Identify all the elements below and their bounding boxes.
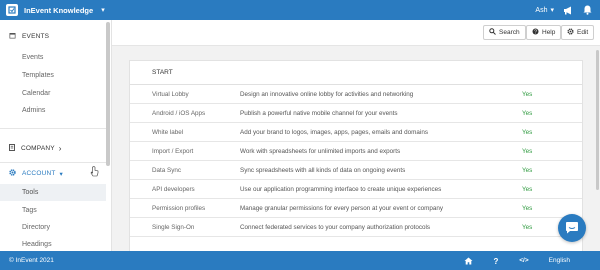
sidebar: EVENTS Events Templates Calendar Admins …: [0, 20, 112, 251]
question-icon[interactable]: ?: [493, 257, 499, 265]
org-switcher[interactable]: InEvent Knowledge ▾: [0, 0, 112, 20]
sidebar-section-events[interactable]: EVENTS: [9, 32, 49, 41]
main-content: START Virtual Lobby Design an innovative…: [112, 46, 600, 260]
search-button[interactable]: Search: [483, 25, 526, 40]
sidebar-item-admins[interactable]: Admins: [0, 102, 106, 119]
main-scrollbar[interactable]: [596, 50, 599, 190]
sidebar-scrollbar[interactable]: [106, 22, 110, 166]
tool-name: Single Sign-On: [152, 223, 195, 231]
tool-status[interactable]: Yes: [522, 148, 532, 155]
tool-status[interactable]: Yes: [522, 167, 532, 174]
tool-name: Android / iOS Apps: [152, 109, 206, 117]
tool-description: Work with spreadsheets for unlimited imp…: [240, 147, 401, 155]
user-menu[interactable]: Ash ▾: [535, 6, 554, 15]
table-row: API developers Use our application progr…: [130, 180, 582, 199]
chevron-down-icon: ▾: [101, 7, 105, 14]
tool-status[interactable]: Yes: [522, 186, 532, 193]
toolbar: Search ? Help Edit: [112, 20, 600, 46]
org-name: InEvent Knowledge: [24, 5, 94, 15]
table-row: Android / iOS Apps Publish a powerful na…: [130, 104, 582, 123]
sidebar-divider: [0, 162, 106, 163]
search-icon: [489, 28, 496, 37]
svg-text:?: ?: [494, 257, 499, 265]
building-icon: [9, 144, 15, 153]
table-row: Data Sync Sync spreadsheets with all kin…: [130, 161, 582, 180]
section-title: START: [130, 61, 582, 85]
sidebar-item-calendar[interactable]: Calendar: [0, 85, 106, 102]
mouse-cursor-icon: [90, 166, 99, 179]
tool-description: Use our application programming interfac…: [240, 185, 442, 193]
megaphone-icon[interactable]: [563, 5, 573, 15]
tool-description: Design an innovative online lobby for ac…: [240, 90, 414, 98]
sidebar-section-company[interactable]: COMPANY ›: [9, 144, 61, 153]
tool-name: Data Sync: [152, 166, 182, 174]
edit-button-label: Edit: [577, 29, 589, 36]
tool-name: Permission profiles: [152, 204, 206, 212]
help-button-label: Help: [542, 29, 556, 36]
table-row: Permission profiles Manage granular perm…: [130, 199, 582, 218]
sidebar-item-templates[interactable]: Templates: [0, 67, 106, 84]
tool-status[interactable]: Yes: [522, 91, 532, 98]
home-icon[interactable]: [464, 257, 473, 265]
tool-name: White label: [152, 128, 184, 136]
tool-name: Virtual Lobby: [152, 90, 189, 98]
tool-description: Sync spreadsheets with all kinds of data…: [240, 166, 406, 174]
footer: © InEvent 2021 ? </> English: [0, 251, 600, 270]
gear-icon: [9, 169, 16, 178]
sidebar-item-tags[interactable]: Tags: [0, 202, 106, 219]
chevron-down-icon: ▾: [550, 7, 554, 14]
sidebar-item-tools[interactable]: Tools: [0, 184, 106, 201]
bell-icon[interactable]: [582, 5, 592, 15]
help-button[interactable]: ? Help: [526, 25, 562, 40]
sidebar-section-label: ACCOUNT: [22, 170, 56, 177]
language-selector[interactable]: English: [549, 257, 570, 264]
tool-name: Import / Export: [152, 147, 194, 155]
sidebar-item-events[interactable]: Events: [0, 49, 106, 66]
tool-status[interactable]: Yes: [522, 224, 532, 231]
tool-description: Add your brand to logos, images, apps, p…: [240, 128, 428, 136]
tool-status[interactable]: Yes: [522, 205, 532, 212]
tools-card: START Virtual Lobby Design an innovative…: [129, 60, 583, 260]
sidebar-section-label: COMPANY: [21, 145, 55, 152]
topbar-actions: Ash ▾: [535, 0, 592, 20]
chevron-right-icon: ›: [58, 144, 62, 153]
calendar-icon: [9, 32, 16, 41]
code-icon[interactable]: </>: [519, 257, 528, 264]
table-row: Single Sign-On Connect federated service…: [130, 218, 582, 237]
search-button-label: Search: [499, 29, 520, 36]
tool-description: Publish a powerful native mobile channel…: [240, 109, 398, 117]
tool-status[interactable]: Yes: [522, 110, 532, 117]
sidebar-section-account[interactable]: ACCOUNT ▾: [9, 169, 63, 178]
user-name: Ash: [535, 6, 548, 14]
tool-description: Manage granular permissions for every pe…: [240, 204, 444, 212]
tool-description: Connect federated services to your compa…: [240, 223, 431, 231]
table-row: White label Add your brand to logos, ima…: [130, 123, 582, 142]
table-row: Virtual Lobby Design an innovative onlin…: [130, 85, 582, 104]
copyright: © InEvent 2021: [9, 257, 54, 264]
table-row: Import / Export Work with spreadsheets f…: [130, 142, 582, 161]
svg-text:?: ?: [534, 29, 537, 35]
tool-name: API developers: [152, 185, 195, 193]
edit-gear-icon: [567, 28, 574, 37]
chevron-down-icon: ▾: [59, 170, 63, 178]
top-bar: InEvent Knowledge ▾ Ash ▾: [0, 0, 600, 20]
footer-actions: ? </> English: [464, 251, 570, 270]
chat-icon: [565, 221, 579, 236]
sidebar-divider: [0, 128, 106, 129]
chat-button[interactable]: [558, 214, 586, 242]
org-logo-icon: [6, 4, 18, 16]
tool-status[interactable]: Yes: [522, 129, 532, 136]
sidebar-item-directory[interactable]: Directory: [0, 219, 106, 236]
help-icon: ?: [532, 28, 539, 37]
edit-button[interactable]: Edit: [561, 25, 595, 40]
sidebar-section-label: EVENTS: [22, 33, 50, 40]
